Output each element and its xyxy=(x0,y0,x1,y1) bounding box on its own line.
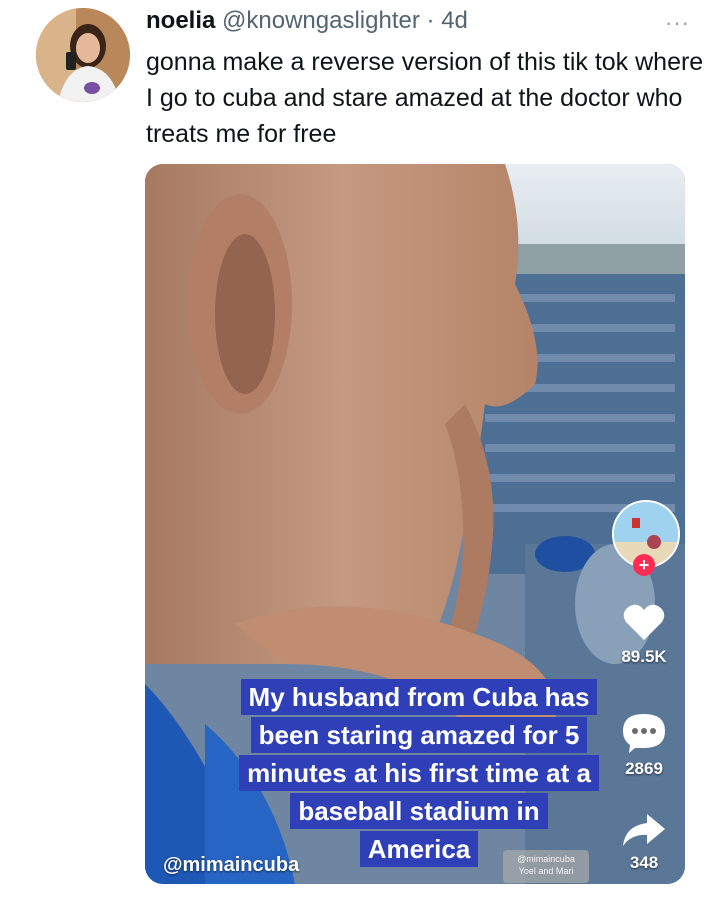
watermark-handle: @mimaincuba xyxy=(517,854,575,864)
tweet-text: gonna make a reverse version of this tik… xyxy=(146,48,704,148)
follow-plus-icon[interactable]: + xyxy=(633,554,655,576)
comment-icon xyxy=(623,714,665,753)
avatar-image xyxy=(36,8,130,102)
tweet-media[interactable]: + 89.5K 2869 348 My husband from Cuba ha… xyxy=(145,164,685,884)
comment-count: 2869 xyxy=(625,759,663,778)
more-options-icon[interactable]: ··· xyxy=(665,10,690,36)
caption-line: My husband from Cuba has xyxy=(240,679,598,715)
like-button[interactable]: 89.5K xyxy=(609,602,679,667)
user-handle[interactable]: @knowngaslighter xyxy=(222,7,420,34)
share-button[interactable]: 348 xyxy=(609,812,679,873)
caption-line: been staring amazed for 5 xyxy=(250,717,588,753)
video-caption: My husband from Cuba has been staring am… xyxy=(219,678,619,868)
like-count: 89.5K xyxy=(621,647,667,666)
heart-icon xyxy=(623,604,665,640)
caption-line: America xyxy=(359,831,479,867)
creator-handle[interactable]: @mimaincuba xyxy=(163,854,299,877)
share-count: 348 xyxy=(629,853,659,872)
watermark-names: Yoel and Mari xyxy=(518,866,574,876)
caption-line: baseball stadium in xyxy=(290,793,548,829)
tweet-header: noelia @knowngaslighter · 4d xyxy=(146,6,468,36)
comment-button[interactable]: 2869 xyxy=(609,712,679,779)
avatar[interactable] xyxy=(36,8,130,102)
display-name[interactable]: noelia xyxy=(146,7,215,34)
share-arrow-icon xyxy=(623,814,665,846)
separator-dot: · xyxy=(426,7,435,34)
tiktok-watermark: @mimaincuba Yoel and Mari xyxy=(503,850,589,883)
timestamp[interactable]: 4d xyxy=(441,7,468,34)
caption-line: minutes at his first time at a xyxy=(239,755,599,791)
tweet: noelia @knowngaslighter · 4d ··· gonna m… xyxy=(0,0,720,913)
